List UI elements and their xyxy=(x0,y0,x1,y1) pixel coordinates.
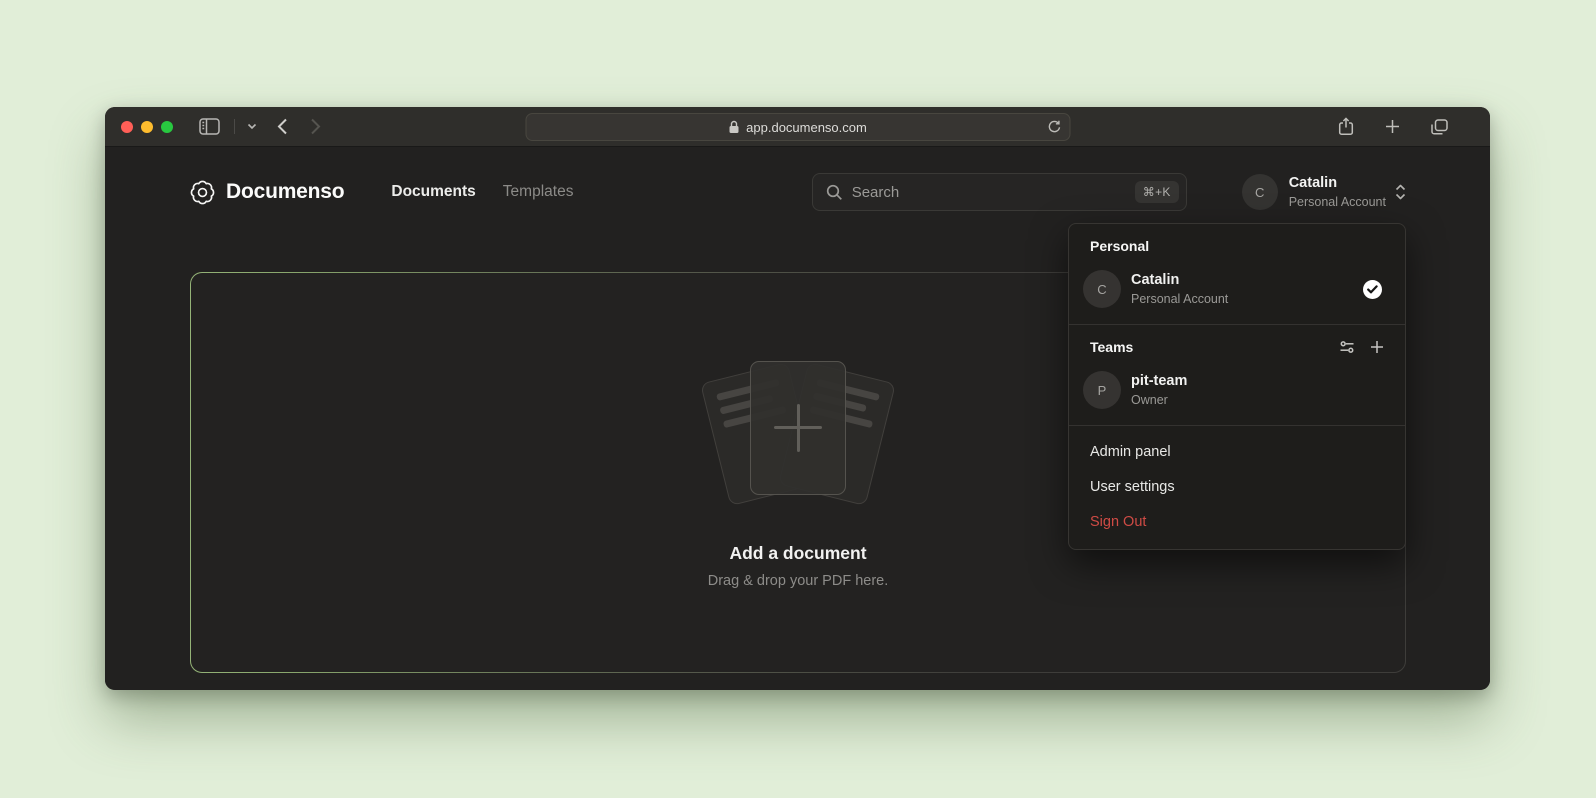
documenso-logo-icon xyxy=(190,180,215,205)
nav-documents[interactable]: Documents xyxy=(391,183,475,201)
browser-toolbar: app.documenso.com xyxy=(105,107,1490,147)
documenso-app-page: Documenso Documents Templates Search ⌘+K… xyxy=(105,147,1490,689)
menu-item-user-settings[interactable]: User settings xyxy=(1069,469,1405,504)
lock-icon xyxy=(728,120,739,134)
personal-account-name: Catalin xyxy=(1131,272,1228,289)
team-settings-icon[interactable] xyxy=(1339,339,1355,355)
primary-nav: Documents Templates xyxy=(391,183,573,201)
team-name: pit-team xyxy=(1131,373,1187,390)
close-window-button[interactable] xyxy=(121,121,133,133)
account-text: Catalin Personal Account xyxy=(1289,175,1386,208)
reload-icon[interactable] xyxy=(1047,120,1060,134)
toolbar-left-buttons xyxy=(195,114,325,139)
account-avatar: C xyxy=(1242,174,1278,210)
chevron-down-icon[interactable] xyxy=(243,119,261,134)
menu-item-sign-out[interactable]: Sign Out xyxy=(1069,504,1405,539)
brand[interactable]: Documenso xyxy=(190,180,344,205)
teams-section-label: Teams xyxy=(1090,339,1133,355)
search-placeholder: Search xyxy=(852,184,900,201)
forward-icon[interactable] xyxy=(306,114,325,139)
menu-item-admin-panel[interactable]: Admin panel xyxy=(1069,434,1405,469)
account-menu-items: Admin panel User settings Sign Out xyxy=(1069,426,1405,549)
check-icon xyxy=(1363,280,1382,299)
search-input[interactable]: Search ⌘+K xyxy=(812,173,1187,211)
team-item[interactable]: P pit-team Owner xyxy=(1083,365,1391,413)
dropzone-title: Add a document xyxy=(729,543,866,564)
minimize-window-button[interactable] xyxy=(141,121,153,133)
account-menu-button[interactable]: C Catalin Personal Account xyxy=(1242,174,1406,210)
plus-icon xyxy=(774,404,822,452)
document-stack-icon xyxy=(688,357,908,507)
add-team-icon[interactable] xyxy=(1370,340,1384,354)
dropzone-subtitle: Drag & drop your PDF here. xyxy=(708,573,889,589)
team-role: Owner xyxy=(1131,393,1187,407)
document-card-add xyxy=(750,361,846,495)
personal-account-item[interactable]: C Catalin Personal Account xyxy=(1083,264,1391,312)
teams-section: Teams xyxy=(1069,325,1405,425)
account-subtitle: Personal Account xyxy=(1289,195,1386,209)
nav-templates[interactable]: Templates xyxy=(503,183,574,201)
account-dropdown-menu: Personal C Catalin Personal Account xyxy=(1068,223,1406,550)
url-text: app.documenso.com xyxy=(746,120,867,135)
search-shortcut-badge: ⌘+K xyxy=(1135,181,1179,203)
team-avatar: P xyxy=(1083,371,1121,409)
tabs-overview-icon[interactable] xyxy=(1427,115,1452,139)
brand-name: Documenso xyxy=(226,180,344,204)
personal-account-subtitle: Personal Account xyxy=(1131,292,1228,306)
personal-account-avatar: C xyxy=(1083,270,1121,308)
browser-window: app.documenso.com xyxy=(105,107,1490,690)
sidebar-toggle-icon[interactable] xyxy=(195,114,224,139)
account-name: Catalin xyxy=(1289,175,1386,192)
toolbar-divider xyxy=(234,119,235,134)
back-icon[interactable] xyxy=(273,114,292,139)
search-icon xyxy=(826,184,843,201)
personal-section-label: Personal xyxy=(1090,238,1149,254)
toolbar-right-buttons xyxy=(1334,113,1452,140)
personal-section: Personal C Catalin Personal Account xyxy=(1069,224,1405,324)
new-tab-icon[interactable] xyxy=(1381,115,1404,138)
window-controls xyxy=(121,121,173,133)
share-icon[interactable] xyxy=(1334,113,1358,140)
zoom-window-button[interactable] xyxy=(161,121,173,133)
address-bar[interactable]: app.documenso.com xyxy=(525,113,1070,141)
chevrons-up-down-icon xyxy=(1395,184,1406,200)
